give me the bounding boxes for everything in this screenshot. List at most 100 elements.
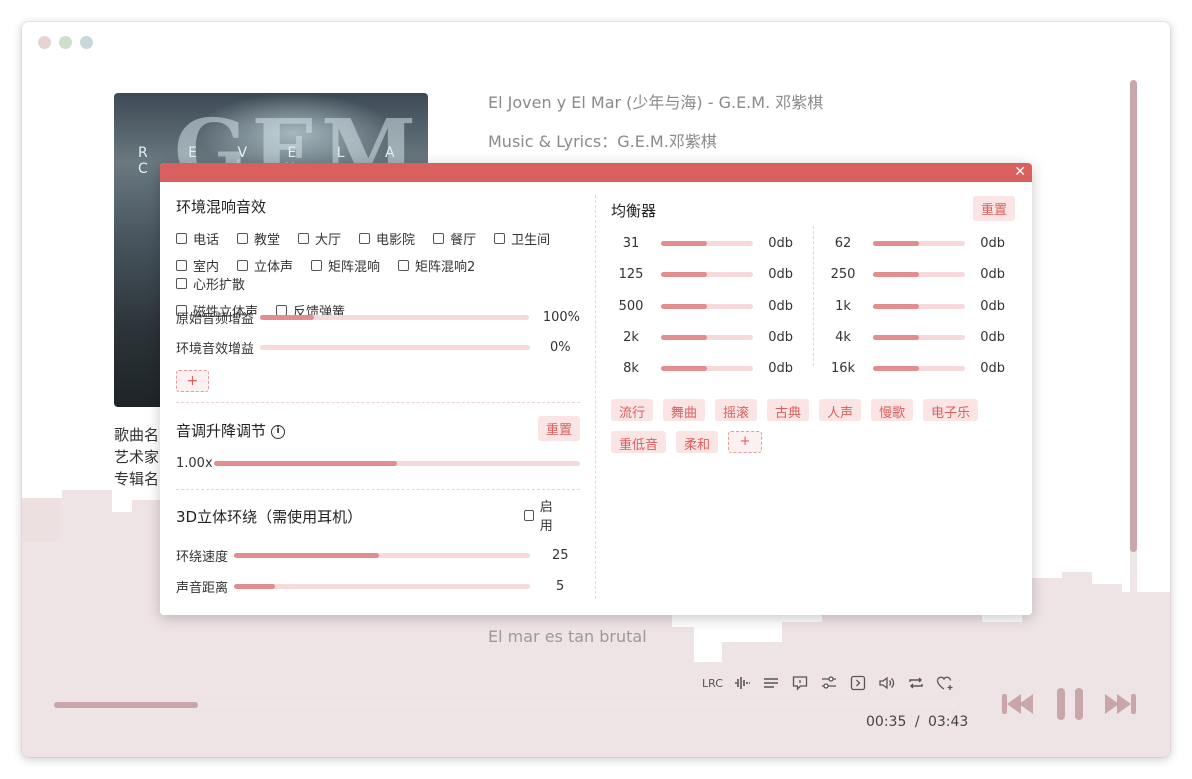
scrollbar-thumb[interactable] (1130, 80, 1137, 552)
checkbox-box[interactable] (311, 259, 323, 271)
add-preset-button[interactable]: + (728, 431, 763, 453)
eq-value: 0db (768, 329, 793, 345)
eq-preset-button[interactable]: 柔和 (676, 431, 719, 453)
sliders-icon[interactable] (819, 673, 839, 693)
eq-slider-fill (661, 303, 707, 309)
current-lyric-line: El mar es tan brutal (488, 627, 647, 646)
sound-distance-fill (234, 584, 276, 589)
eq-slider[interactable] (873, 366, 965, 372)
effect-gain-value: 0% (550, 340, 571, 355)
checkbox-box[interactable] (237, 259, 249, 271)
checkbox-box[interactable] (176, 277, 187, 289)
eq-slider[interactable] (661, 272, 753, 278)
eq-divider (813, 226, 814, 366)
effect-checkbox[interactable]: 心形扩散 (176, 274, 245, 293)
eq-slider[interactable] (873, 241, 965, 246)
pause-button[interactable] (1052, 684, 1088, 724)
pitch-reset-button[interactable]: 重置 (538, 416, 580, 441)
eq-slider[interactable] (661, 241, 753, 246)
eq-slider[interactable] (873, 334, 965, 340)
eq-slider-fill (873, 241, 919, 246)
eq-preset-button[interactable]: 人声 (819, 399, 862, 421)
waveform-icon[interactable] (732, 673, 752, 693)
effect-checkbox[interactable]: 教堂 (237, 229, 280, 248)
checkbox-box[interactable] (237, 232, 249, 244)
eq-preset-button[interactable]: 慢歌 (871, 399, 914, 421)
equalizer-reset-button[interactable]: 重置 (973, 196, 1015, 221)
lines-icon[interactable] (761, 673, 781, 693)
eq-preset-button[interactable]: 流行 (611, 399, 654, 421)
lrc-button[interactable]: LRC (702, 673, 723, 693)
eq-slider[interactable] (661, 366, 753, 372)
eq-slider[interactable] (873, 303, 965, 309)
checkbox-box[interactable] (298, 232, 310, 244)
eq-slider-fill (661, 334, 707, 340)
chevron-box-icon[interactable] (848, 673, 868, 693)
effect-checkbox[interactable]: 卫生间 (494, 229, 550, 248)
playback-progress-bar[interactable] (54, 702, 956, 708)
repeat-icon[interactable] (906, 673, 926, 693)
sound-distance-slider[interactable] (234, 584, 530, 589)
next-track-button[interactable] (1102, 684, 1138, 724)
effect-checkbox[interactable]: 室内 (176, 256, 220, 275)
eq-preset-button[interactable]: 古典 (767, 399, 810, 421)
eq-slider-fill (873, 366, 919, 372)
checkbox-box[interactable] (398, 259, 410, 271)
eq-value: 0db (768, 361, 793, 377)
original-gain-value: 100% (542, 310, 580, 325)
checkbox-box[interactable] (433, 232, 445, 244)
checkbox-box[interactable] (176, 259, 187, 271)
effect-checkbox[interactable]: 大厅 (298, 229, 341, 248)
comment-icon[interactable] (790, 673, 810, 693)
checkbox-box[interactable] (494, 232, 506, 244)
original-gain-slider[interactable] (259, 315, 529, 320)
app-window: GEM R E V E L A C I Ó N 歌曲名 艺术家 专辑名 El J… (22, 22, 1170, 757)
section-divider (176, 489, 580, 490)
eq-slider[interactable] (873, 272, 965, 278)
checkbox-box[interactable] (176, 232, 187, 244)
eq-frequency: 250 (830, 267, 856, 283)
checkbox-box[interactable] (359, 232, 371, 244)
eq-band-row: 31 0db (611, 236, 793, 251)
eq-preset-button[interactable]: 重低音 (611, 431, 667, 453)
eq-slider-fill (873, 303, 919, 309)
effect-label: 电影院 (376, 232, 416, 248)
total-time: 03:43 (927, 714, 969, 730)
eq-preset-button[interactable]: 舞曲 (663, 399, 706, 421)
effect-label: 室内 (193, 259, 220, 275)
eq-frequency: 2k (623, 329, 639, 345)
volume-icon[interactable] (877, 673, 897, 693)
effect-checkbox[interactable]: 矩阵混响 (311, 256, 381, 275)
previous-track-button[interactable] (1000, 684, 1036, 724)
eq-preset-button[interactable]: 电子乐 (923, 399, 979, 421)
surround-speed-slider[interactable] (234, 553, 530, 558)
eq-slider[interactable] (661, 334, 753, 340)
info-icon[interactable]: i (271, 424, 286, 439)
pitch-slider[interactable] (214, 461, 580, 466)
effect-gain-slider[interactable] (260, 345, 530, 350)
effect-label: 餐厅 (450, 232, 477, 248)
effect-checkbox[interactable]: 电影院 (359, 229, 416, 248)
effect-checkbox[interactable]: 矩阵混响2 (398, 256, 475, 275)
heart-add-icon[interactable] (935, 673, 955, 693)
surround-enable-checkbox[interactable]: 启用 (524, 500, 562, 534)
pause-icon (1057, 688, 1083, 720)
effect-checkbox[interactable]: 电话 (176, 229, 219, 248)
eq-frequency: 16k (830, 361, 856, 377)
current-time: 00:35 (866, 714, 907, 730)
sound-distance-row: 声音距离 5 (176, 577, 580, 596)
effect-checkbox[interactable]: 餐厅 (433, 229, 477, 248)
effect-label: 立体声 (254, 259, 294, 275)
eq-frequency: 4k (835, 329, 851, 345)
effect-label: 矩阵混响 (328, 259, 381, 275)
effect-checkbox[interactable]: 立体声 (237, 256, 294, 275)
eq-slider[interactable] (661, 303, 753, 309)
eq-slider-fill (661, 241, 707, 246)
checkbox-box[interactable] (524, 509, 534, 521)
eq-preset-button[interactable]: 摇滚 (715, 399, 758, 421)
close-icon[interactable]: ✕ (1014, 164, 1026, 181)
add-ambient-effect-button[interactable]: + (176, 370, 209, 392)
lyrics-scrollbar[interactable] (1130, 80, 1137, 650)
eq-slider-fill (873, 334, 919, 340)
panel-divider (595, 195, 596, 599)
